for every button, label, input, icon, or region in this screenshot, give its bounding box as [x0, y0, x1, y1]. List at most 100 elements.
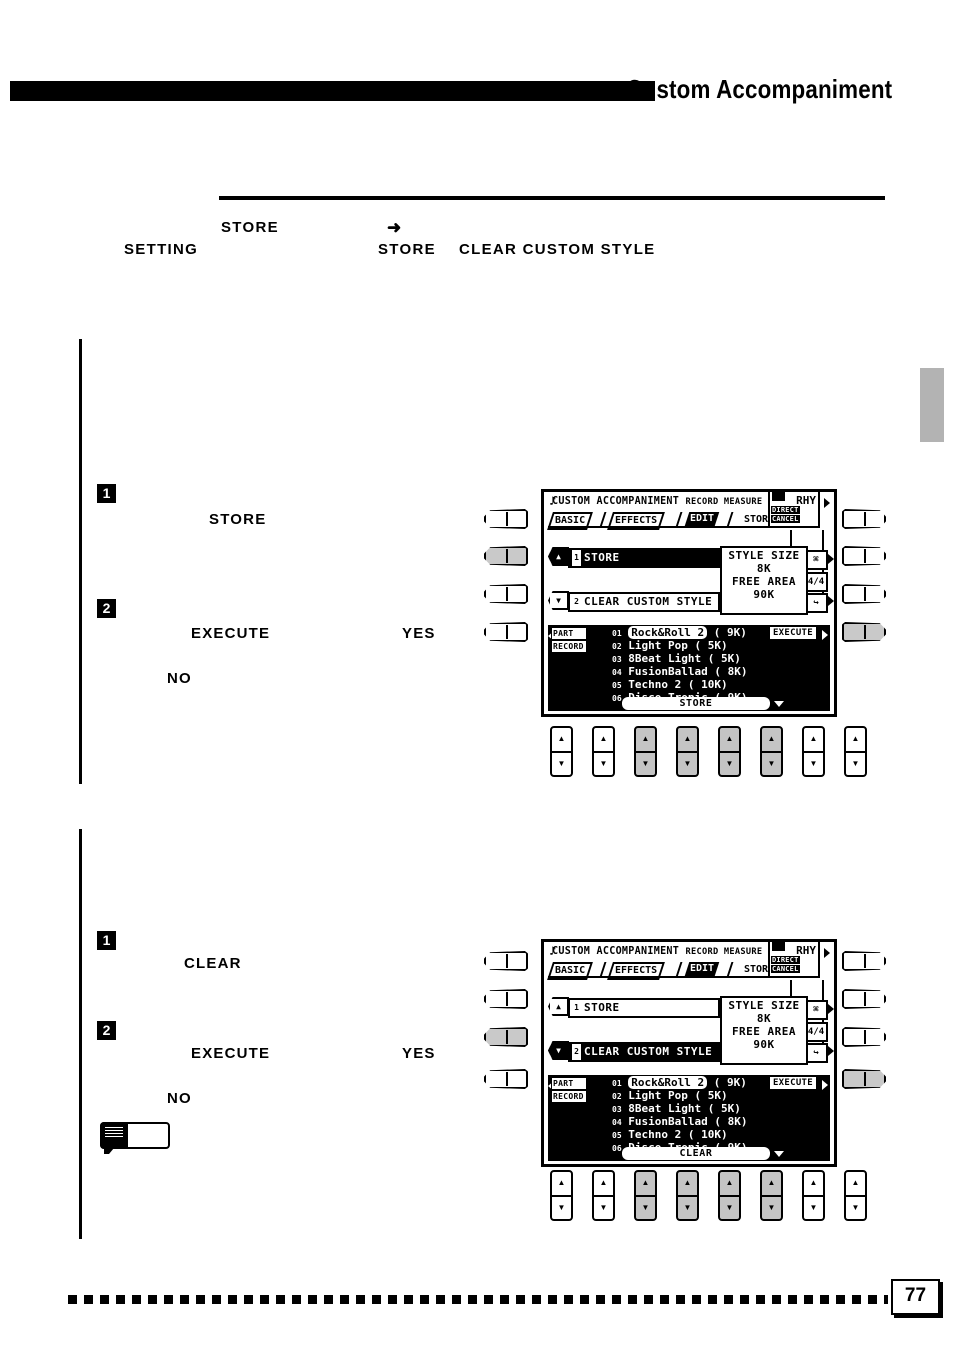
execute-button[interactable]: EXECUTE	[769, 1077, 816, 1089]
rocker-1[interactable]: ▲ ▼	[550, 1170, 573, 1221]
execute-button[interactable]: EXECUTE	[769, 627, 816, 639]
list-scroll-right-icon[interactable]	[822, 630, 828, 640]
step-1-label-store: STORE	[209, 511, 267, 528]
style-size: ( 5K)	[707, 652, 741, 665]
rocker-8[interactable]: ▲ ▼	[844, 726, 867, 777]
list-scroll-down-icon[interactable]	[774, 1151, 784, 1157]
panel-button-right-3[interactable]	[842, 1027, 886, 1047]
panel-button-left-1[interactable]	[484, 509, 528, 529]
part-record-button[interactable]: PART RECORD	[551, 1077, 587, 1103]
style-name: FusionBallad	[628, 1115, 708, 1128]
style-number: 05	[612, 1131, 622, 1140]
rocker-7[interactable]: ▲ ▼	[802, 726, 825, 777]
panel-button-left-1[interactable]	[484, 951, 528, 971]
exit-arrow-icon[interactable]	[828, 596, 834, 606]
panel-button-right-1[interactable]	[842, 509, 886, 529]
style-number: 06	[612, 1144, 622, 1153]
lcd-tab-basic[interactable]: BASIC	[547, 962, 594, 980]
step-number-2: 2	[97, 1021, 116, 1040]
panel-button-left-2[interactable]	[484, 989, 528, 1009]
style-size: ( 9K)	[713, 1076, 747, 1089]
lcd-tab-edit[interactable]: EDIT	[684, 512, 720, 526]
menu-row-clear-custom-style[interactable]: 2 CLEAR CUSTOM STYLE	[568, 592, 720, 612]
memo-icon	[100, 1122, 128, 1154]
menu-row-label: CLEAR CUSTOM STYLE	[584, 595, 713, 608]
exit-arrow-icon[interactable]	[828, 1046, 834, 1056]
rocker-2[interactable]: ▲ ▼	[592, 1170, 615, 1221]
intro-store-caption-2: STORE	[378, 241, 436, 258]
tab-scroll-right-icon[interactable]	[824, 948, 830, 958]
style-number: 04	[612, 1118, 622, 1127]
style-number: 06	[612, 694, 622, 703]
rocker-3[interactable]: ▲ ▼	[634, 1170, 657, 1221]
panel-button-right-4[interactable]	[842, 622, 886, 642]
free-area-value: 90K	[753, 1038, 775, 1051]
list-scroll-down-icon[interactable]	[774, 701, 784, 707]
rocker-2[interactable]: ▲ ▼	[592, 726, 615, 777]
panel-button-left-2[interactable]	[484, 546, 528, 566]
style-name: Techno 2	[628, 678, 682, 691]
lcd-tab-effects[interactable]: EFFECTS	[607, 962, 666, 980]
step-2-label-yes: YES	[402, 1045, 436, 1062]
rocker-7[interactable]: ▲ ▼	[802, 1170, 825, 1221]
pad-arrow-icon[interactable]	[828, 554, 834, 564]
panel-button-left-3[interactable]	[484, 584, 528, 604]
menu-row-icon-2[interactable]: ▼	[548, 591, 569, 610]
bottom-action-button[interactable]: CLEAR	[622, 1147, 770, 1160]
tab-scroll-right-icon[interactable]	[824, 498, 830, 508]
style-size: ( 5K)	[694, 639, 728, 652]
style-size-label: STYLE SIZE	[728, 549, 800, 562]
menu-row-store[interactable]: 1 STORE	[568, 998, 720, 1018]
list-scroll-right-icon[interactable]	[822, 1080, 828, 1090]
menu-row-icon-2[interactable]: ▼	[548, 1041, 569, 1060]
step-2-label-no: NO	[167, 1090, 192, 1107]
rocker-8[interactable]: ▲ ▼	[844, 1170, 867, 1221]
panel-button-right-3[interactable]	[842, 584, 886, 604]
panel-button-right-4[interactable]	[842, 1069, 886, 1089]
menu-row-clear-custom-style[interactable]: 2 CLEAR CUSTOM STYLE	[568, 1042, 720, 1062]
panel-button-right-1[interactable]	[842, 951, 886, 971]
rhy-direct-cancel-box[interactable]: RHY DIRECT CANCEL	[768, 490, 820, 528]
style-size-value: 8K	[756, 562, 772, 575]
menu-row-index: 1	[572, 550, 581, 566]
lcd-tab-effects[interactable]: EFFECTS	[607, 512, 666, 530]
rocker-3[interactable]: ▲ ▼	[634, 726, 657, 777]
rocker-4[interactable]: ▲ ▼	[676, 726, 699, 777]
style-size-info-box: STYLE SIZE 8K FREE AREA 90K	[720, 546, 808, 615]
bottom-action-button[interactable]: STORE	[622, 697, 770, 710]
footer-dotted-rule	[68, 1295, 888, 1304]
page-title: Custom Accompaniment	[626, 74, 892, 104]
menu-row-icon-1[interactable]: ▲	[548, 997, 569, 1016]
free-area-label: FREE AREA	[731, 575, 797, 588]
style-list-area[interactable]: PART RECORD 01 Rock&Roll 2 ( 9K) 02 Light P…	[548, 625, 830, 711]
step-2-label-execute: EXECUTE	[191, 625, 271, 642]
lcd-tab-edit[interactable]: EDIT	[684, 962, 720, 976]
rocker-6[interactable]: ▲ ▼	[760, 1170, 783, 1221]
style-size: ( 9K)	[713, 626, 747, 639]
rhy-direct-cancel-box[interactable]: RHY DIRECT CANCEL	[768, 940, 820, 978]
step-2-label-execute: EXECUTE	[191, 1045, 271, 1062]
panel-button-right-2[interactable]	[842, 989, 886, 1009]
style-number: 05	[612, 681, 622, 690]
menu-row-index: 1	[574, 1003, 579, 1012]
lcd-screen-store[interactable]: ♪ CUSTOM ACCOMPANIMENT RECORD MEASURE BASI…	[541, 489, 837, 717]
panel-button-left-3[interactable]	[484, 1027, 528, 1047]
panel-button-left-4[interactable]	[484, 622, 528, 642]
rocker-1[interactable]: ▲ ▼	[550, 726, 573, 777]
part-record-button[interactable]: PART RECORD	[551, 627, 587, 653]
style-list-area[interactable]: PART RECORD 01 Rock&Roll 2 ( 9K) 02 Light P…	[548, 1075, 830, 1161]
pad-arrow-icon[interactable]	[828, 1004, 834, 1014]
rocker-5[interactable]: ▲ ▼	[718, 726, 741, 777]
rocker-4[interactable]: ▲ ▼	[676, 1170, 699, 1221]
intro-rule	[219, 196, 885, 200]
menu-row-icon-1[interactable]: ▲	[548, 547, 569, 566]
rocker-6[interactable]: ▲ ▼	[760, 726, 783, 777]
style-name: Light Pop	[628, 639, 688, 652]
panel-button-right-2[interactable]	[842, 546, 886, 566]
panel-button-left-4[interactable]	[484, 1069, 528, 1089]
lcd-screen-clear[interactable]: ♪ CUSTOM ACCOMPANIMENT RECORD MEASURE BASI…	[541, 939, 837, 1167]
intro-store-caption: STORE	[221, 219, 279, 236]
rocker-5[interactable]: ▲ ▼	[718, 1170, 741, 1221]
lcd-tab-basic[interactable]: BASIC	[547, 512, 594, 530]
menu-row-store[interactable]: 1 STORE	[568, 548, 720, 568]
